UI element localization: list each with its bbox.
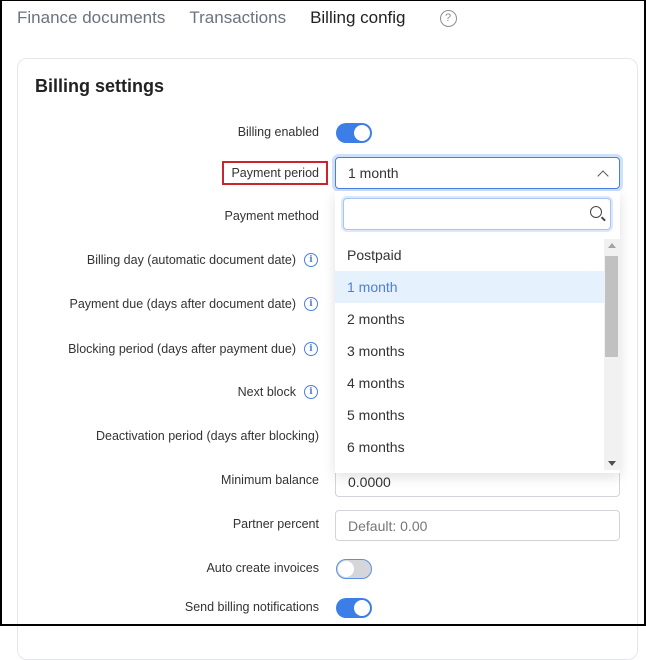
info-icon[interactable]: i — [304, 253, 318, 267]
label-text: Minimum balance — [221, 473, 319, 487]
label-text: Blocking period (days after payment due) — [68, 342, 296, 356]
payment-period-label: Payment period — [222, 161, 328, 185]
tab-finance-documents[interactable]: Finance documents — [17, 8, 165, 28]
payment-period-select[interactable]: 1 month — [335, 157, 620, 189]
tab-bar: Finance documents Transactions Billing c… — [17, 8, 457, 28]
minimum-balance-label: Minimum balance — [221, 473, 319, 487]
billing-enabled-toggle[interactable] — [336, 123, 372, 143]
info-icon[interactable]: i — [304, 297, 318, 311]
card-title: Billing settings — [35, 76, 165, 96]
dropdown-search[interactable] — [343, 198, 611, 230]
payment-due-label: Payment due (days after document date) i — [69, 297, 318, 311]
info-icon[interactable]: i — [304, 385, 318, 399]
option-4-months[interactable]: 4 months — [335, 367, 604, 399]
next-block-label: Next block i — [238, 385, 318, 399]
input-placeholder: Default: 0.00 — [348, 517, 428, 534]
tab-billing-config[interactable]: Billing config — [310, 8, 405, 28]
option-1-month[interactable]: 1 month — [335, 271, 604, 303]
option-6-months[interactable]: 6 months — [335, 431, 604, 463]
label-text: Payment method — [224, 209, 320, 223]
label-text: Billing enabled — [237, 125, 319, 139]
input-value: 0.0000 — [348, 473, 391, 490]
scroll-down-arrow-icon[interactable] — [608, 461, 616, 466]
search-icon — [590, 206, 602, 218]
payment-period-value: 1 month — [348, 165, 399, 181]
option-postpaid[interactable]: Postpaid — [335, 239, 604, 271]
option-3-months[interactable]: 3 months — [335, 335, 604, 367]
label-text: Partner percent — [232, 517, 319, 531]
auto-create-invoices-toggle[interactable] — [336, 559, 372, 579]
dropdown-options: Postpaid 1 month 2 months 3 months 4 mon… — [335, 239, 604, 463]
billing-enabled-label: Billing enabled — [238, 125, 319, 139]
option-5-months[interactable]: 5 months — [335, 399, 604, 431]
dropdown-scrollbar[interactable] — [604, 239, 620, 470]
option-2-months[interactable]: 2 months — [335, 303, 604, 335]
payment-period-highlight: Payment period — [222, 161, 328, 185]
scrollbar-thumb[interactable] — [605, 256, 618, 357]
deactivation-period-label: Deactivation period (days after blocking… — [96, 429, 319, 443]
label-text: Next block — [237, 385, 296, 399]
label-text: Deactivation period (days after blocking… — [95, 429, 319, 443]
partner-percent-input[interactable]: Default: 0.00 — [335, 510, 620, 541]
auto-create-invoices-label: Auto create invoices — [206, 561, 319, 575]
label-text: Billing day (automatic document date) — [86, 253, 296, 267]
scroll-up-arrow-icon[interactable] — [608, 243, 616, 248]
toggle-knob — [354, 600, 370, 616]
payment-method-label: Payment method — [225, 209, 320, 223]
info-icon[interactable]: i — [304, 342, 318, 356]
partner-percent-label: Partner percent — [233, 517, 319, 531]
label-text: Auto create invoices — [206, 561, 319, 575]
send-billing-notifications-toggle[interactable] — [336, 598, 372, 618]
chevron-up-icon — [597, 169, 609, 182]
billing-day-label: Billing day (automatic document date) i — [87, 253, 318, 267]
toggle-knob — [338, 561, 354, 577]
payment-period-dropdown: Postpaid 1 month 2 months 3 months 4 mon… — [335, 191, 620, 473]
question-circle-icon[interactable]: ? — [439, 9, 457, 27]
blocking-period-label: Blocking period (days after payment due)… — [68, 342, 318, 356]
dropdown-search-input[interactable] — [352, 199, 586, 229]
label-text: Send billing notifications — [184, 600, 319, 614]
toggle-knob — [354, 125, 370, 141]
send-billing-notifications-label: Send billing notifications — [185, 600, 319, 614]
label-text: Payment due (days after document date) — [69, 297, 296, 311]
tab-transactions[interactable]: Transactions — [189, 8, 286, 28]
